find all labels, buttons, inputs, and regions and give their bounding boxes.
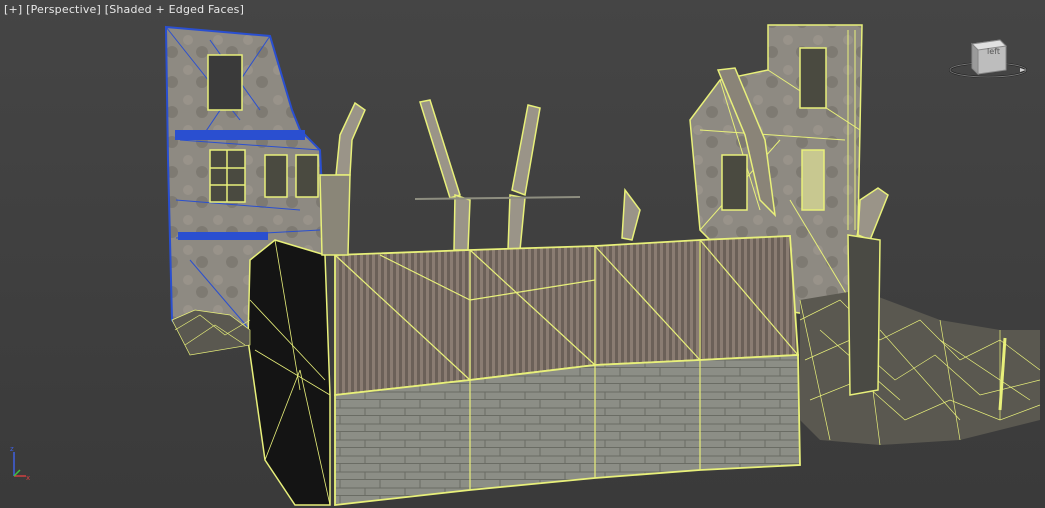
svg-text:z: z: [10, 445, 14, 453]
perspective-viewport[interactable]: [+] [Perspective] [Shaded + Edged Faces]…: [0, 0, 1045, 508]
viewport-view-menu[interactable]: [Perspective]: [26, 3, 101, 16]
dark-wall-section[interactable]: [247, 239, 331, 506]
svg-text:x: x: [26, 474, 30, 482]
viewcube-face-label: left: [987, 47, 1000, 56]
viewcube-icon[interactable]: [948, 36, 1028, 82]
viewport-plus-menu[interactable]: [+]: [4, 3, 22, 16]
scene-render[interactable]: [0, 0, 1045, 508]
axis-tripod-icon: z x: [10, 445, 30, 482]
viewport-label: [+] [Perspective] [Shaded + Edged Faces]: [4, 3, 244, 16]
viewport-shading-menu[interactable]: [Shaded + Edged Faces]: [105, 3, 244, 16]
